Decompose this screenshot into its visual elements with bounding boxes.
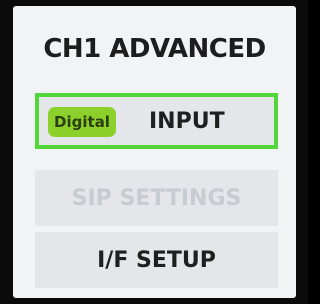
if-setup-label: I/F SETUP — [97, 247, 216, 273]
digital-badge: Digital — [48, 107, 116, 137]
device-bezel: CH1 ADVANCED Digital INPUT SIP SETTINGS … — [0, 0, 308, 304]
input-menu-button[interactable]: Digital INPUT — [35, 93, 278, 149]
sip-settings-button[interactable]: SIP SETTINGS — [35, 170, 278, 226]
input-label: INPUT — [149, 108, 225, 134]
if-setup-button[interactable]: I/F SETUP — [35, 232, 278, 288]
page-title: CH1 ADVANCED — [43, 34, 266, 64]
sip-settings-label: SIP SETTINGS — [71, 185, 242, 211]
display-screen: CH1 ADVANCED Digital INPUT SIP SETTINGS … — [13, 6, 296, 298]
